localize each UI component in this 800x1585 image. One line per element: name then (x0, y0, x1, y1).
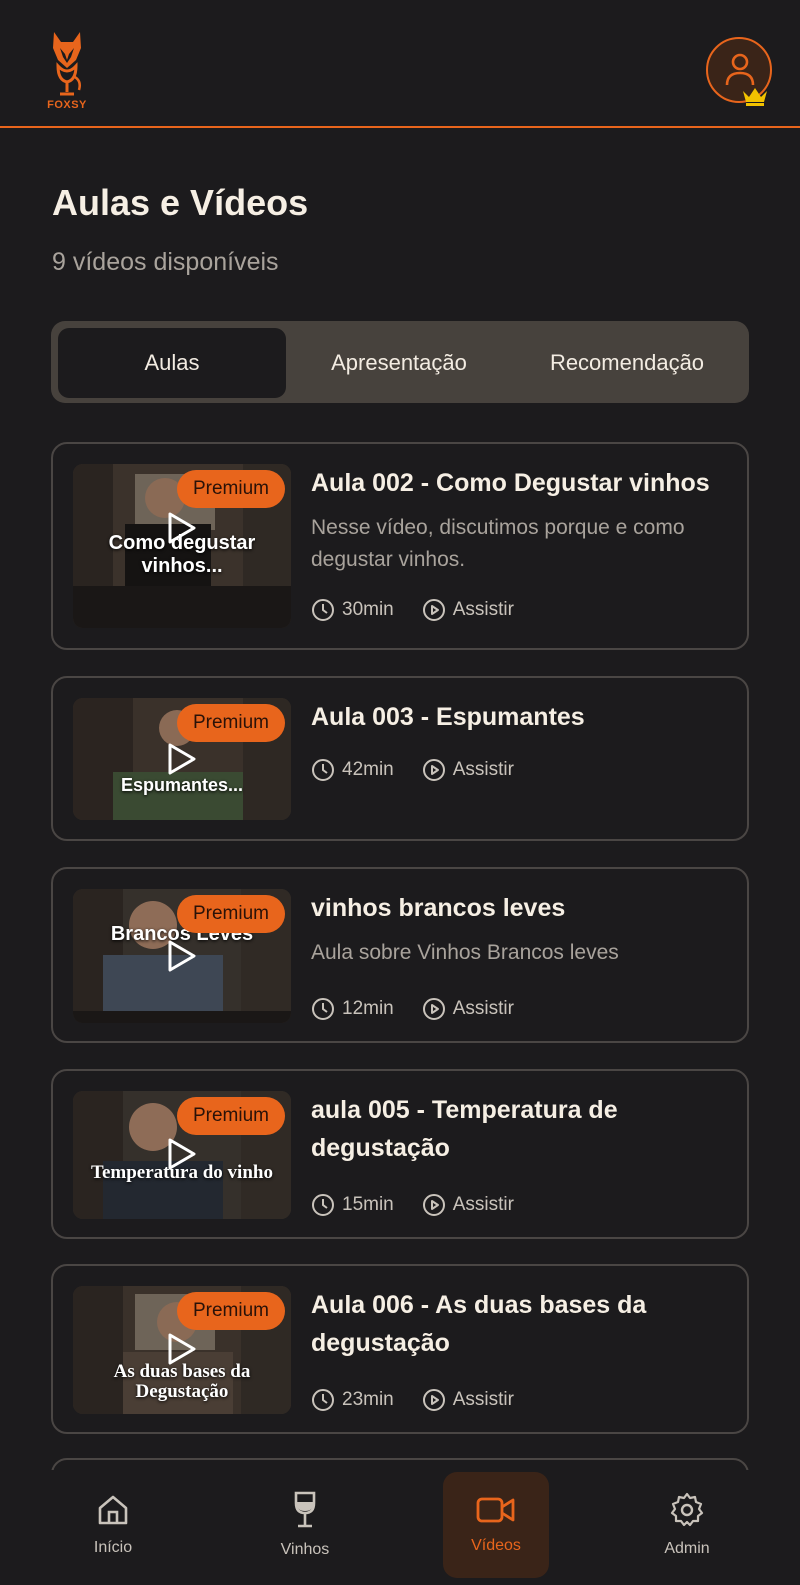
tab-recomendacao[interactable]: Recomendação (513, 328, 741, 398)
watch-button[interactable]: Assistir (422, 1388, 514, 1412)
nav-item-vinhos[interactable]: Vinhos (252, 1472, 358, 1578)
nav-label: Início (93, 1539, 133, 1556)
play-circle-icon (422, 1194, 445, 1216)
video-card[interactable]: As duas bases da Degustação Premium Aula… (51, 1264, 749, 1434)
gear-icon (670, 1492, 704, 1527)
video-meta: 30min Assistir (311, 598, 514, 622)
video-card[interactable]: Como degustar vinhos... Premium Aula 002… (51, 442, 749, 650)
watch-label: Assistir (452, 1389, 514, 1410)
watch-label: Assistir (452, 1194, 514, 1215)
logo-text: FOXSY (47, 99, 87, 111)
nav-item-videos[interactable]: Vídeos (443, 1472, 549, 1578)
nav-item-inicio[interactable]: Início (60, 1472, 166, 1578)
watch-label: Assistir (452, 759, 514, 780)
watch-button[interactable]: Assistir (422, 997, 514, 1021)
play-circle-icon (422, 759, 445, 781)
app-header: FOXSY (0, 0, 800, 128)
video-title: aula 005 - Temperatura de degustação (311, 1096, 618, 1162)
video-thumbnail[interactable]: As duas bases da Degustação Premium (73, 1286, 291, 1414)
play-icon (168, 1138, 196, 1170)
video-meta: 23min Assistir (311, 1388, 514, 1412)
nav-label: Admin (664, 1540, 710, 1557)
watch-button[interactable]: Assistir (422, 758, 514, 782)
nav-label: Vídeos (471, 1537, 521, 1554)
profile-avatar-button[interactable] (706, 37, 772, 106)
clock-icon (312, 1194, 334, 1216)
tab-apresentacao[interactable]: Apresentação (285, 328, 513, 398)
foxsy-logo[interactable]: FOXSY (42, 30, 92, 111)
play-circle-icon (422, 998, 445, 1020)
user-icon (725, 53, 755, 86)
bottom-navigation: Início Vinhos Vídeos Admin (0, 1470, 800, 1585)
video-thumbnail[interactable]: Temperatura do vinho Premium (73, 1091, 291, 1219)
video-title: Aula 006 - As duas bases da degustação (311, 1291, 647, 1357)
video-thumbnail[interactable]: Espumantes... Premium (73, 698, 291, 820)
crown-icon (743, 88, 767, 106)
video-count-subtitle: 9 vídeos disponíveis (52, 248, 279, 276)
duration-text: 12min (342, 998, 394, 1019)
duration-text: 15min (342, 1194, 394, 1215)
video-card[interactable]: Brancos Leves Premium vinhos brancos lev… (51, 867, 749, 1043)
clock-icon (312, 1389, 334, 1411)
play-icon (168, 512, 196, 544)
home-icon (98, 1495, 128, 1525)
video-title: vinhos brancos leves (311, 894, 566, 922)
video-camera-icon (476, 1497, 515, 1523)
nav-label: Vinhos (280, 1541, 330, 1558)
premium-badge: Premium (177, 704, 285, 742)
clock-icon (312, 998, 334, 1020)
video-card[interactable]: Temperatura do vinho Premium aula 005 - … (51, 1069, 749, 1239)
play-icon (168, 1333, 196, 1365)
video-thumbnail[interactable]: Brancos Leves Premium (73, 889, 291, 1023)
video-title: Aula 003 - Espumantes (311, 703, 585, 731)
play-circle-icon (422, 599, 445, 621)
duration-text: 23min (342, 1389, 394, 1410)
play-icon (168, 743, 196, 775)
duration: 12min (311, 997, 394, 1021)
video-meta: 42min Assistir (311, 758, 514, 782)
clock-icon (312, 599, 334, 621)
duration-text: 42min (342, 759, 394, 780)
watch-button[interactable]: Assistir (422, 598, 514, 622)
duration: 23min (311, 1388, 394, 1412)
video-meta: 15min Assistir (311, 1193, 514, 1217)
play-icon (168, 940, 196, 972)
video-thumbnail[interactable]: Como degustar vinhos... Premium (73, 464, 291, 628)
premium-badge: Premium (177, 1097, 285, 1135)
video-title: Aula 002 - Como Degustar vinhos (311, 469, 710, 497)
duration: 42min (311, 758, 394, 782)
wine-glass-icon (294, 1491, 316, 1528)
duration: 30min (311, 598, 394, 622)
category-tabs: Aulas Apresentação Recomendação (51, 321, 749, 403)
fox-logo-icon (53, 32, 81, 96)
duration-text: 30min (342, 599, 394, 620)
clock-icon (312, 759, 334, 781)
video-description: Nesse vídeo, discutimos porque e como de… (311, 516, 685, 571)
nav-item-admin[interactable]: Admin (634, 1472, 740, 1578)
duration: 15min (311, 1193, 394, 1217)
thumbnail-caption: Espumantes... (120, 775, 244, 795)
premium-badge: Premium (177, 1292, 285, 1330)
watch-label: Assistir (452, 599, 514, 620)
premium-badge: Premium (177, 470, 285, 508)
watch-label: Assistir (452, 998, 514, 1019)
play-circle-icon (422, 1389, 445, 1411)
video-description: Aula sobre Vinhos Brancos leves (311, 941, 619, 964)
page-title: Aulas e Vídeos (52, 182, 309, 223)
watch-button[interactable]: Assistir (422, 1193, 514, 1217)
tab-aulas[interactable]: Aulas (58, 328, 286, 398)
video-meta: 12min Assistir (311, 997, 514, 1021)
thumbnail-caption: As duas bases da Degustação (113, 1361, 251, 1402)
video-card[interactable]: Espumantes... Premium Aula 003 - Espuman… (51, 676, 749, 841)
premium-badge: Premium (177, 895, 285, 933)
